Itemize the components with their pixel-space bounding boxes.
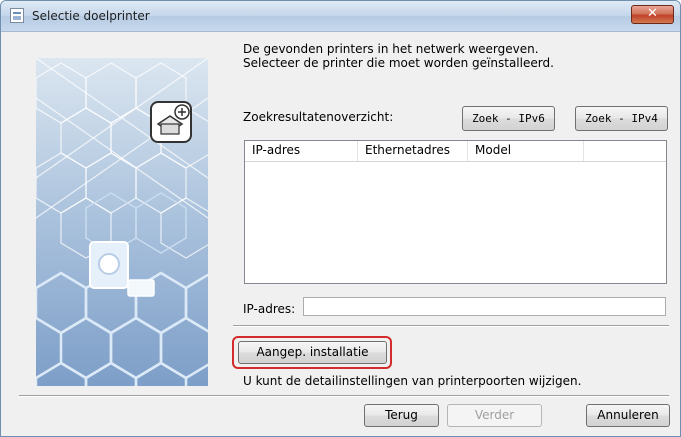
custom-install-button[interactable]: Aangep. installatie: [238, 341, 387, 364]
results-list[interactable]: IP-adres Ethernetadres Model: [244, 140, 667, 284]
column-header-ip[interactable]: IP-adres: [245, 141, 358, 161]
hexagon-pattern: [36, 58, 208, 386]
intro-line-2: Selecteer de printer die moet worden geï…: [243, 56, 554, 70]
close-icon: ✕: [647, 6, 658, 21]
intro-line-1: De gevonden printers in het netwerk weer…: [243, 42, 539, 56]
custom-install-hint: U kunt de detailinstellingen van printer…: [243, 374, 582, 388]
window-app-icon: [10, 8, 24, 23]
column-header-empty: [584, 141, 666, 161]
wizard-illustration: [36, 58, 208, 386]
close-button[interactable]: ✕: [631, 5, 674, 24]
title-bar[interactable]: Selectie doelprinter ✕: [1, 1, 680, 32]
search-ipv4-button[interactable]: Zoek - IPv4: [575, 106, 668, 131]
column-header-ethernet[interactable]: Ethernetadres: [358, 141, 468, 161]
next-button[interactable]: Verder: [447, 404, 542, 427]
separator-footer: [19, 395, 669, 397]
separator-upper: [233, 325, 669, 327]
column-header-model[interactable]: Model: [468, 141, 584, 161]
dialog-client-area: De gevonden printers in het netwerk weer…: [1, 32, 680, 436]
search-results-label: Zoekresultatenoverzicht:: [243, 110, 394, 124]
printer-illustration: [89, 241, 155, 297]
cancel-button[interactable]: Annuleren: [586, 404, 670, 427]
results-list-header: IP-adres Ethernetadres Model: [245, 141, 666, 162]
window-title: Selectie doelprinter: [32, 9, 150, 23]
search-ipv6-button[interactable]: Zoek - IPv6: [462, 106, 555, 131]
ip-address-input[interactable]: [303, 297, 666, 316]
ip-address-label: IP-adres:: [243, 302, 296, 316]
dialog-window: Selectie doelprinter ✕ De gevonden print…: [0, 0, 681, 437]
network-printer-icon: [150, 101, 192, 143]
back-button[interactable]: Terug: [364, 404, 439, 427]
